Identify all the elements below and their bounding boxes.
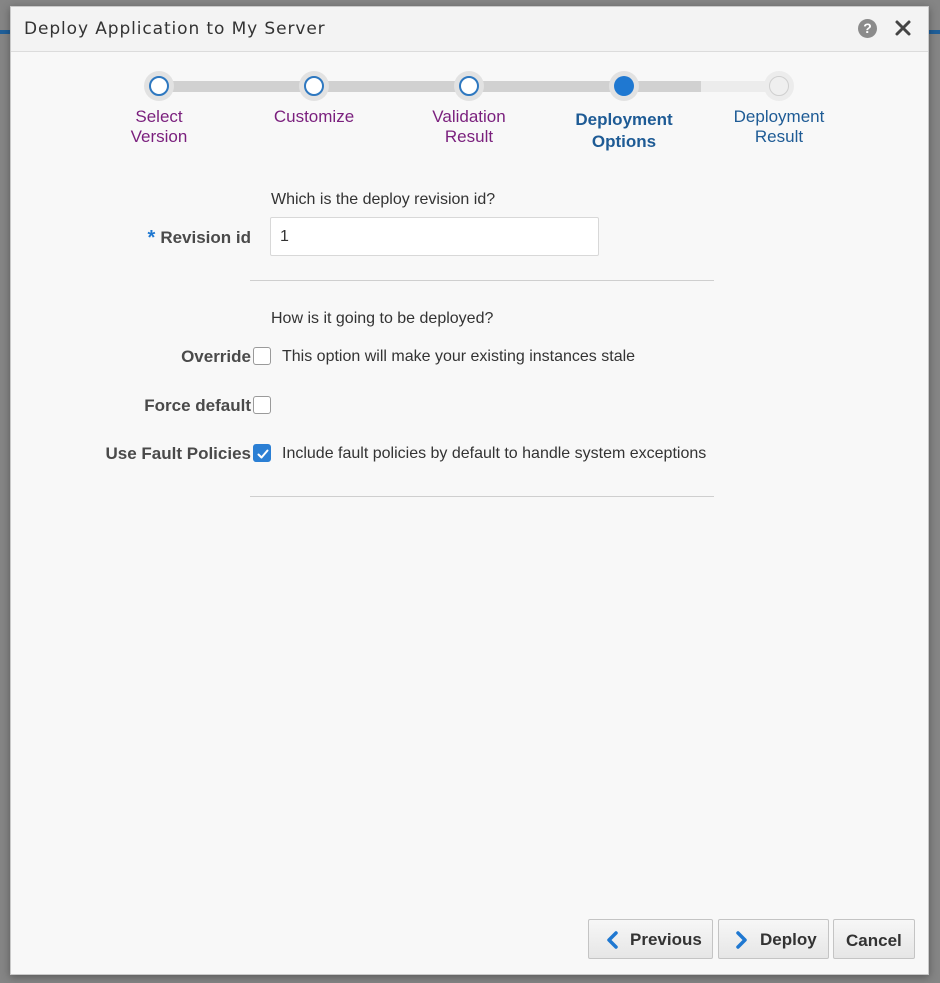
deploy-dialog: Deploy Application to My Server ? Select…	[10, 6, 929, 975]
revision-hint: Which is the deploy revision id?	[271, 191, 496, 208]
cancel-label: Cancel	[846, 931, 902, 950]
train-label-deployment-options: Deployment Options	[575, 110, 673, 151]
required-marker: *	[147, 227, 156, 249]
close-icon[interactable]	[891, 16, 915, 40]
override-label: Override	[181, 347, 251, 366]
force-default-label: Force default	[144, 396, 251, 415]
background-accent-strip	[928, 30, 940, 34]
section-divider	[250, 280, 714, 281]
fault-policies-checkbox[interactable]	[253, 444, 271, 462]
revision-id-input[interactable]	[270, 217, 599, 256]
train-track-remaining	[701, 81, 771, 92]
cancel-button[interactable]: Cancel	[833, 919, 915, 959]
fault-policies-description: Include fault policies by default to han…	[282, 445, 707, 462]
train-stop-deployment-result	[764, 71, 794, 101]
fault-policies-label: Use Fault Policies	[105, 444, 252, 463]
previous-label: Previous	[630, 930, 702, 949]
previous-button[interactable]: Previous	[588, 919, 713, 959]
form-labels: * Revision id Override Force default Use …	[11, 7, 252, 974]
deploy-button[interactable]: Deploy	[718, 919, 829, 959]
train-label-validation-result[interactable]: Validation Result	[404, 107, 534, 147]
train-label-customize[interactable]: Customize	[249, 107, 379, 127]
chevron-right-icon	[735, 931, 749, 954]
train-stop-validation-result[interactable]	[454, 71, 484, 101]
train-stop-deployment-options	[609, 71, 639, 101]
section-divider	[250, 496, 714, 497]
checkmark-icon	[257, 449, 269, 459]
revision-id-label: * Revision id	[147, 227, 251, 249]
train-label-deployment-result: Deployment Result	[733, 107, 825, 146]
deploy-label: Deploy	[760, 930, 817, 949]
train-stop-customize[interactable]	[299, 71, 329, 101]
override-description: This option will make your existing inst…	[282, 348, 636, 365]
help-icon[interactable]: ?	[858, 19, 877, 38]
force-default-checkbox[interactable]	[253, 396, 271, 414]
deploy-hint: How is it going to be deployed?	[271, 310, 494, 327]
chevron-left-icon	[605, 931, 619, 954]
override-checkbox[interactable]	[253, 347, 271, 365]
